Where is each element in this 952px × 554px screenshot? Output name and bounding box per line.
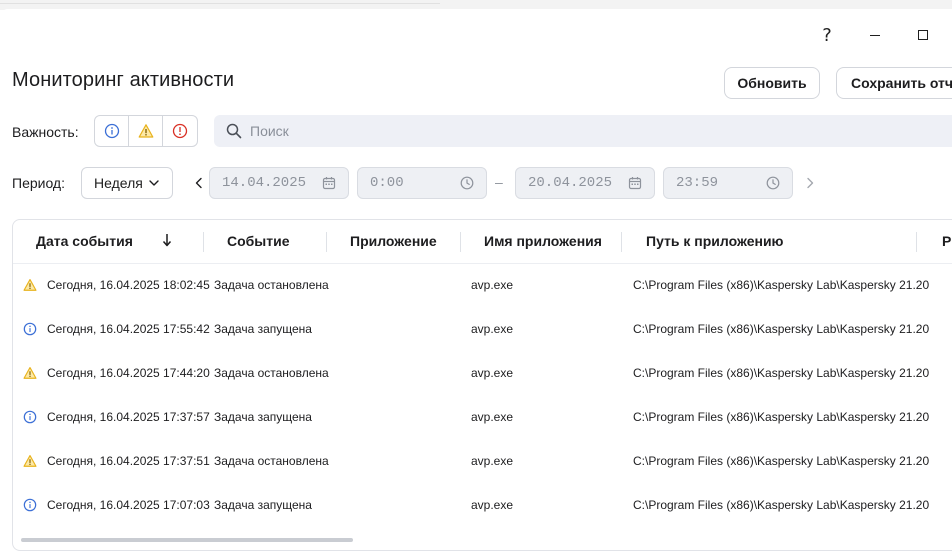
column-header-more[interactable]: PI [942,233,952,249]
time-to-value: 23:59 [676,175,719,191]
chevron-right-icon [807,177,814,189]
period-select-value: Неделя [94,175,143,191]
warning-icon [23,367,37,379]
date-to-value: 20.04.2025 [528,175,613,191]
horizontal-scrollbar[interactable] [21,538,353,542]
cell-date: Сегодня, 16.04.2025 17:37:57 [47,410,210,424]
info-icon [23,410,37,424]
calendar-icon [322,177,336,190]
refresh-button[interactable]: Обновить [724,67,820,99]
severity-warning-toggle[interactable] [129,116,163,146]
info-icon [23,322,37,336]
cell-app-path: C:\Program Files (x86)\Kaspersky Lab\Kas… [633,278,930,292]
search-icon [226,123,242,139]
warning-icon [23,279,37,291]
period-select[interactable]: Неделя [81,167,173,199]
date-from-value: 14.04.2025 [222,175,307,191]
severity-label: Важность: [12,124,79,140]
help-button[interactable]: ? [812,23,842,47]
maximize-button[interactable] [908,23,938,47]
date-from-field[interactable]: 14.04.2025 [209,167,349,199]
column-header-date[interactable]: Дата события [36,233,133,249]
cell-date: Сегодня, 16.04.2025 17:44:20 [47,366,210,380]
time-from-value: 0:00 [370,175,404,191]
previous-period-button[interactable] [191,175,207,191]
time-to-field[interactable]: 23:59 [663,167,793,199]
chevron-left-icon [195,177,202,189]
table-row[interactable]: Сегодня, 16.04.2025 17:55:42 Задача запу… [13,308,952,352]
app-window: ? Мониторинг активности Обновить Сохрани… [0,9,952,554]
cell-date: Сегодня, 16.04.2025 17:55:42 [47,322,210,336]
cell-event: Задача запущена [214,410,312,424]
chevron-down-icon [149,180,159,186]
cell-event: Задача запущена [214,322,312,336]
table-header: Дата события Событие Приложение Имя прил… [13,220,952,264]
cell-app-path: C:\Program Files (x86)\Kaspersky Lab\Kas… [633,366,930,380]
cell-app-path: C:\Program Files (x86)\Kaspersky Lab\Kas… [633,322,930,336]
minimize-button[interactable] [860,23,890,47]
page-title: Мониторинг активности [12,69,235,91]
date-to-field[interactable]: 20.04.2025 [515,167,655,199]
table-row[interactable]: Сегодня, 16.04.2025 18:02:45 Задача оста… [13,264,952,308]
cell-event: Задача запущена [214,498,312,512]
clock-icon [766,176,780,190]
save-report-button[interactable]: Сохранить отчет [836,67,952,99]
cell-app-name: avp.exe [471,366,514,380]
search-box [214,115,952,147]
warning-icon [23,455,37,467]
severity-critical-toggle[interactable] [163,116,197,146]
column-separator[interactable] [326,232,327,252]
column-separator[interactable] [203,232,204,252]
info-icon [23,498,37,512]
column-header-app-path[interactable]: Путь к приложению [646,233,784,249]
period-label: Период: [12,175,65,191]
warning-icon [138,124,153,138]
column-separator[interactable] [916,232,917,252]
cell-date: Сегодня, 16.04.2025 17:37:51 [47,454,210,468]
table-row[interactable]: Сегодня, 16.04.2025 17:37:51 Задача оста… [13,440,952,484]
cell-app-name: avp.exe [471,454,514,468]
minimize-icon [870,34,880,36]
range-separator: – [495,174,503,190]
cell-app-name: avp.exe [471,278,514,292]
maximize-icon [918,30,928,40]
column-header-application[interactable]: Приложение [350,233,437,249]
table-row[interactable]: Сегодня, 16.04.2025 17:44:20 Задача оста… [13,352,952,396]
column-separator[interactable] [460,232,461,252]
cell-app-path: C:\Program Files (x86)\Kaspersky Lab\Kas… [633,498,930,512]
info-icon [104,123,119,139]
cell-event: Задача остановлена [214,278,329,292]
sort-descending-icon[interactable] [161,233,173,247]
severity-filter-group [94,115,198,147]
column-header-app-name[interactable]: Имя приложения [484,233,602,249]
cell-date: Сегодня, 16.04.2025 17:07:03 [47,498,210,512]
column-separator[interactable] [621,232,622,252]
search-input[interactable] [250,123,850,139]
cell-app-path: C:\Program Files (x86)\Kaspersky Lab\Kas… [633,410,930,424]
critical-icon [172,123,188,139]
cell-event: Задача остановлена [214,454,329,468]
severity-info-toggle[interactable] [95,116,129,146]
cell-app-name: avp.exe [471,498,514,512]
cell-app-name: avp.exe [471,322,514,336]
table-row[interactable]: Сегодня, 16.04.2025 17:37:57 Задача запу… [13,396,952,440]
cell-app-path: C:\Program Files (x86)\Kaspersky Lab\Kas… [633,454,930,468]
time-from-field[interactable]: 0:00 [357,167,487,199]
tab-edge [0,0,440,4]
cell-date: Сегодня, 16.04.2025 18:02:45 [47,278,210,292]
next-period-button[interactable] [802,175,818,191]
column-header-event[interactable]: Событие [227,233,290,249]
calendar-icon [628,177,642,190]
events-table: Дата события Событие Приложение Имя прил… [12,219,952,551]
cell-event: Задача остановлена [214,366,329,380]
cell-app-name: avp.exe [471,410,514,424]
clock-icon [460,176,474,190]
table-row[interactable]: Сегодня, 16.04.2025 17:07:03 Задача запу… [13,484,952,528]
